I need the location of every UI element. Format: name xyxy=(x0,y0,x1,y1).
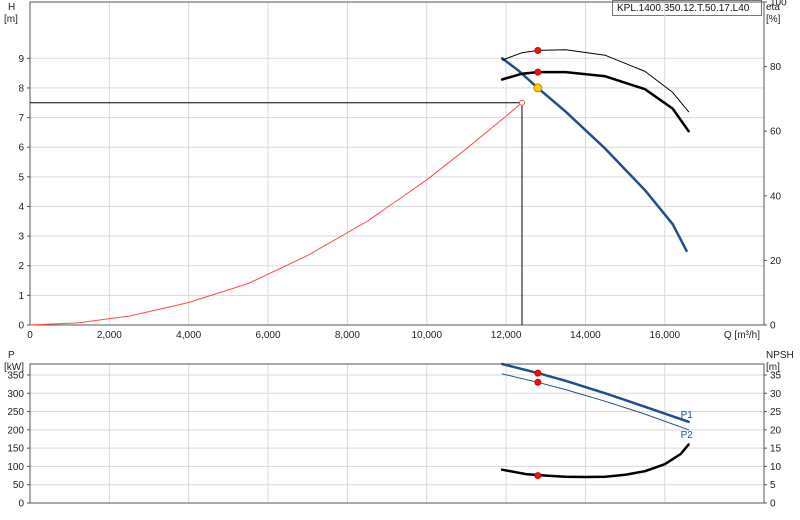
top-xtick-0: 0 xyxy=(27,330,33,341)
bottom-point-1 xyxy=(534,378,542,386)
top-ylabel-left-unit: [m] xyxy=(4,14,18,25)
top-ytick-left-1: 1 xyxy=(18,291,24,302)
top-ytick-right-3: 60 xyxy=(770,127,782,138)
top-ytick-right-2: 40 xyxy=(770,191,782,202)
bottom-ytick-right-0: 0 xyxy=(770,499,776,510)
bottom-point-0 xyxy=(534,369,542,377)
bottom-series-npsh xyxy=(500,443,690,479)
top-ylabel-right-unit: [%] xyxy=(766,14,781,25)
bottom-ytick-left-6: 300 xyxy=(7,389,24,400)
bottom-plot-frame xyxy=(29,363,765,504)
top-ytick-right-1: 20 xyxy=(770,256,782,267)
chart-svg: 0123456789020406080100H[m]eta[%]0 2,000 4,… xyxy=(4,0,794,510)
top-xtick-3: 6,000 xyxy=(256,330,281,341)
pump-curve-chart: KPL.1400.350.12.T.50.17.L40 012345678902… xyxy=(0,0,800,520)
bottom-ytick-right-3: 15 xyxy=(770,444,782,455)
top-plot-frame xyxy=(29,1,765,326)
bottom-ytick-right-4: 20 xyxy=(770,425,782,436)
top-point-3 xyxy=(534,68,542,76)
bottom-point-2 xyxy=(534,472,542,480)
top-xtick-2: 4,000 xyxy=(176,330,201,341)
bottom-ytick-right-5: 25 xyxy=(770,407,782,418)
top-ytick-left-0: 0 xyxy=(18,321,24,332)
bottom-ytick-left-5: 250 xyxy=(7,407,24,418)
top-xtick-7: 14,000 xyxy=(570,330,601,341)
top-xtick-1: 2,000 xyxy=(97,330,122,341)
bottom-ytick-left-0: 0 xyxy=(18,499,24,510)
bottom-ylabel-right-unit: [m] xyxy=(766,362,780,373)
top-ytick-left-2: 2 xyxy=(18,261,24,272)
bottom-ylabel-right-name: NPSH xyxy=(766,350,794,361)
bottom-ytick-right-1: 5 xyxy=(770,480,776,491)
bottom-ytick-right-6: 30 xyxy=(770,389,782,400)
top-xtick-5: 10,000 xyxy=(411,330,442,341)
top-ytick-left-4: 4 xyxy=(18,202,24,213)
bottom-ytick-left-3: 150 xyxy=(7,444,24,455)
top-series-system xyxy=(29,102,523,326)
bottom-ytick-right-2: 10 xyxy=(770,462,782,473)
bottom-ytick-left-4: 200 xyxy=(7,425,24,436)
bottom-series-label-P1: P1 xyxy=(681,410,694,421)
top-ytick-left-3: 3 xyxy=(18,232,24,243)
top-ytick-left-9: 9 xyxy=(18,54,24,65)
bottom-ylabel-left-unit: [kW] xyxy=(4,362,24,373)
bottom-ytick-left-2: 100 xyxy=(7,462,24,473)
top-point-0 xyxy=(533,83,543,93)
bottom-ytick-left-1: 50 xyxy=(13,480,25,491)
bottom-series-label-P2: P2 xyxy=(681,430,694,441)
top-xtick-6: 12,000 xyxy=(491,330,522,341)
bottom-series-P2 xyxy=(501,373,690,431)
top-ytick-left-8: 8 xyxy=(18,83,24,94)
top-ytick-right-4: 80 xyxy=(770,62,782,73)
bottom-ylabel-left-name: P xyxy=(8,350,15,361)
top-ytick-left-7: 7 xyxy=(18,113,24,124)
top-ylabel-right-name: eta xyxy=(766,2,780,13)
top-point-2 xyxy=(534,46,542,54)
top-ylabel-left-name: H xyxy=(8,2,15,13)
top-point-1 xyxy=(518,99,525,106)
top-xtick-8: 16,000 xyxy=(650,330,681,341)
top-xtick-4: 8,000 xyxy=(335,330,360,341)
top-ytick-left-6: 6 xyxy=(18,143,24,154)
top-xlabel: Q [m³/h] xyxy=(724,330,760,341)
top-ytick-right-0: 0 xyxy=(770,321,776,332)
top-ytick-left-5: 5 xyxy=(18,172,24,183)
top-series-head xyxy=(500,57,688,253)
